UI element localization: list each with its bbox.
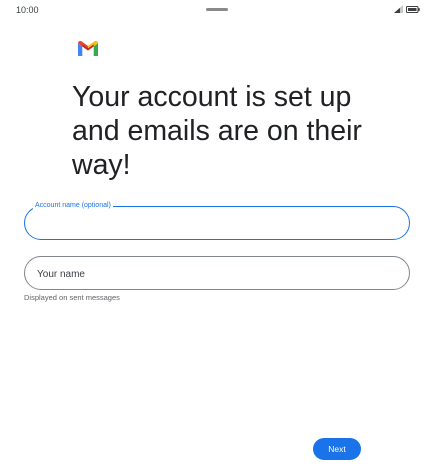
next-button[interactable]: Next (313, 438, 361, 460)
your-name-field[interactable] (24, 256, 410, 290)
page-title: Your account is set up and emails are on… (72, 81, 362, 181)
your-name-input[interactable] (35, 266, 399, 282)
drag-handle[interactable] (206, 8, 228, 11)
status-icons (394, 5, 420, 13)
signal-icon (394, 5, 403, 13)
account-name-input[interactable] (35, 215, 399, 233)
account-name-label: Account name (optional) (33, 201, 113, 211)
battery-icon (406, 5, 420, 13)
account-name-field[interactable]: Account name (optional) (24, 201, 410, 240)
status-time: 10:00 (16, 5, 39, 15)
your-name-helper-text: Displayed on sent messages (24, 293, 120, 302)
status-bar: 10:00 (0, 0, 434, 24)
gmail-logo-icon (78, 40, 98, 56)
